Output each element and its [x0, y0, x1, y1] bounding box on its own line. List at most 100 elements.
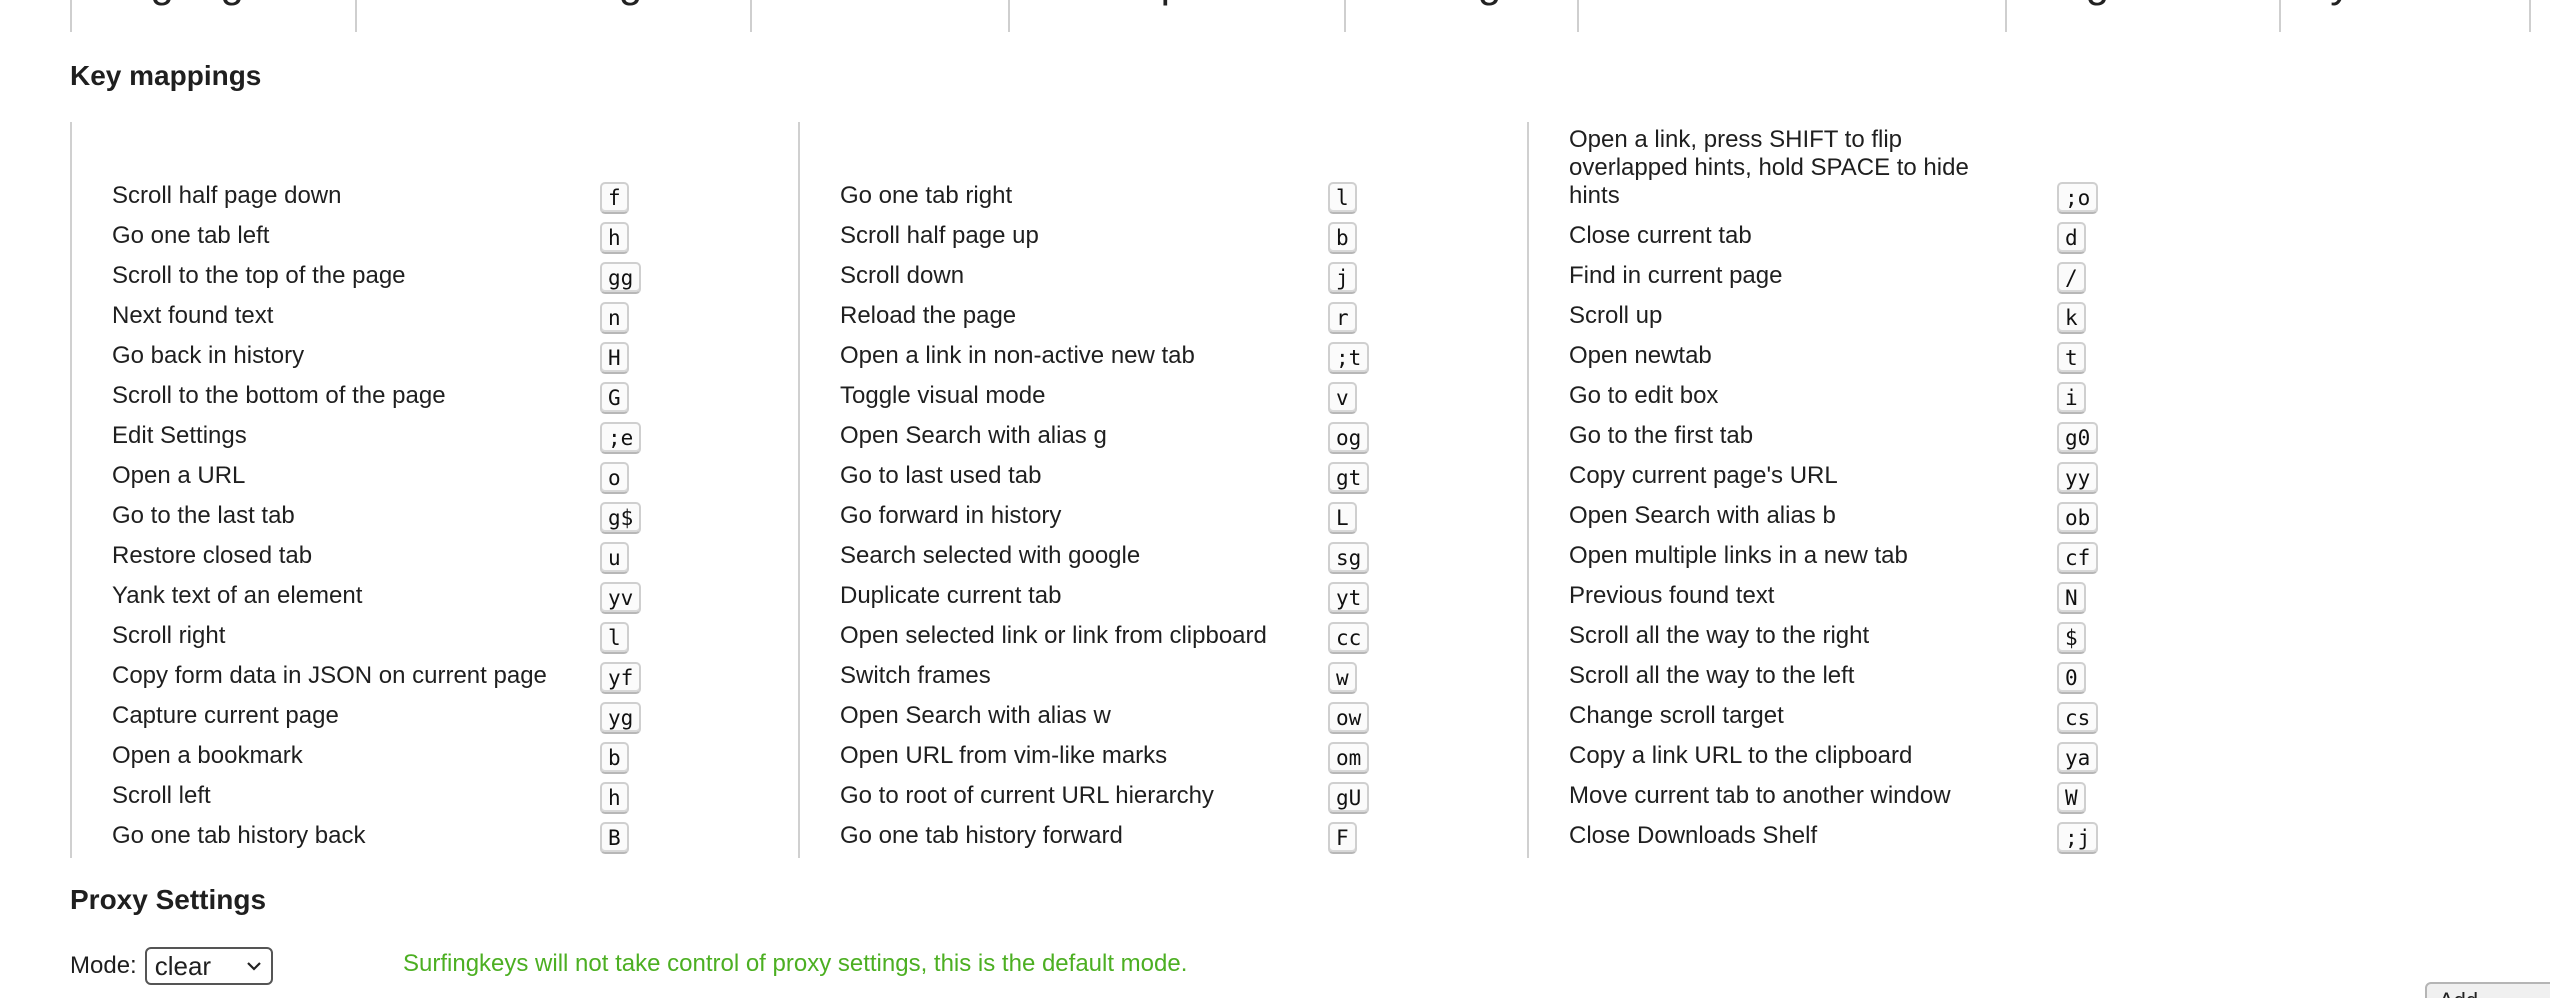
search-alias-duckduckgo[interactable]: duckduckgo — [357, 0, 752, 32]
key-mapping-key[interactable]: ;t — [1328, 342, 1370, 374]
key-mapping-row: Open selected link or link from clipboar… — [840, 616, 1520, 656]
key-mapping-description: Scroll half page down — [112, 182, 342, 209]
search-alias-label: github — [2007, 0, 2279, 4]
key-mapping-key[interactable]: yv — [600, 582, 642, 614]
key-mapping-key[interactable]: W — [2057, 782, 2086, 814]
key-mapping-key[interactable]: u — [600, 542, 629, 574]
key-mapping-row: Scroll left h — [112, 776, 792, 816]
key-mapping-key[interactable]: ;j — [2057, 822, 2099, 854]
key-mapping-key[interactable]: h — [600, 222, 629, 254]
search-alias-strip: googleduckduckgobaiduwikipediabingstacko… — [70, 0, 2531, 32]
key-mapping-key[interactable]: k — [2057, 302, 2086, 334]
key-mapping-key[interactable]: F — [1328, 822, 1357, 854]
key-mapping-row: Go forward in history L — [840, 496, 1520, 536]
key-mapping-key[interactable]: w — [1328, 662, 1357, 694]
key-mapping-row: Edit Settings ;e — [112, 416, 792, 456]
key-mapping-key[interactable]: t — [2057, 342, 2086, 374]
key-mapping-description: Copy form data in JSON on current page — [112, 662, 547, 689]
key-mapping-key[interactable]: cc — [1328, 622, 1370, 654]
key-mapping-description: Close current tab — [1569, 222, 1752, 249]
key-mapping-key[interactable]: gt — [1328, 462, 1370, 494]
key-mapping-key[interactable]: ow — [1328, 702, 1370, 734]
search-alias-bing[interactable]: bing — [1346, 0, 1579, 32]
key-mapping-key[interactable]: g$ — [600, 502, 642, 534]
key-mapping-key[interactable]: yt — [1328, 582, 1370, 614]
key-mapping-key[interactable]: ;e — [600, 422, 642, 454]
key-mapping-key[interactable]: n — [600, 302, 629, 334]
key-mapping-row: Open URL from vim-like marks om — [840, 736, 1520, 776]
key-mapping-key[interactable]: $ — [2057, 622, 2086, 654]
key-mapping-description: Reload the page — [840, 302, 1017, 329]
key-mapping-key[interactable]: om — [1328, 742, 1370, 774]
search-alias-wikipedia[interactable]: wikipedia — [1010, 0, 1346, 32]
chevron-down-icon — [246, 962, 261, 971]
search-alias-baidu[interactable]: baidu — [752, 0, 1010, 32]
proxy-settings-title: Proxy Settings — [70, 884, 267, 915]
key-mapping-row: Go back in history H — [112, 336, 792, 376]
key-mapping-description: Next found text — [112, 302, 274, 329]
key-mapping-key[interactable]: sg — [1328, 542, 1370, 574]
key-mapping-key[interactable]: v — [1328, 382, 1357, 414]
key-mapping-key[interactable]: H — [600, 342, 629, 374]
key-mapping-description: Open a link in non-active new tab — [840, 342, 1195, 369]
key-mapping-key[interactable]: l — [1328, 182, 1357, 214]
key-mapping-key[interactable]: cf — [2057, 542, 2099, 574]
search-alias-stackoverflow[interactable]: stackoverflow — [1579, 0, 2007, 32]
key-mapping-key[interactable]: og — [1328, 422, 1370, 454]
key-mapping-row: Copy current page's URL yy — [1569, 456, 2249, 496]
key-mapping-key[interactable]: / — [2057, 262, 2086, 294]
key-mapping-key[interactable]: d — [2057, 222, 2086, 254]
key-mapping-key[interactable]: L — [1328, 502, 1357, 534]
key-mapping-key[interactable]: ;o — [2057, 182, 2099, 214]
key-mapping-key[interactable]: j — [1328, 262, 1357, 294]
search-alias-label: baidu — [752, 0, 1008, 4]
key-mapping-row: Open a URL o — [112, 456, 792, 496]
key-mapping-key[interactable]: g0 — [2057, 422, 2099, 454]
key-mapping-row: Scroll half page down f — [112, 176, 792, 216]
key-mapping-key[interactable]: ya — [2057, 742, 2099, 774]
key-mapping-description: Open a bookmark — [112, 742, 303, 769]
key-mapping-description: Copy current page's URL — [1569, 462, 1838, 489]
key-mapping-description: Scroll to the bottom of the page — [112, 382, 446, 409]
key-mapping-row: Previous found text N — [1569, 576, 2249, 616]
add-button[interactable]: Add — [2425, 982, 2550, 998]
key-mapping-key[interactable]: l — [600, 622, 629, 654]
key-mapping-description: Open a URL — [112, 462, 246, 489]
key-mapping-key[interactable]: gg — [600, 262, 642, 294]
key-mapping-row: Scroll all the way to the right $ — [1569, 616, 2249, 656]
key-mappings-column-3: Open a link, press SHIFT to flip overlap… — [1527, 122, 2287, 858]
key-mapping-key[interactable]: i — [2057, 382, 2086, 414]
key-mapping-key[interactable]: yy — [2057, 462, 2099, 494]
key-mapping-key[interactable]: B — [600, 822, 629, 854]
search-alias-github[interactable]: github — [2007, 0, 2281, 32]
key-mapping-description: Go one tab left — [112, 222, 270, 249]
key-mapping-description: Toggle visual mode — [840, 382, 1046, 409]
key-mapping-key[interactable]: f — [600, 182, 629, 214]
proxy-mode-select[interactable]: clear — [144, 947, 273, 985]
key-mapping-key[interactable]: N — [2057, 582, 2086, 614]
key-mapping-description: Previous found text — [1569, 582, 1775, 609]
key-mapping-key[interactable]: b — [600, 742, 629, 774]
key-mapping-row: Open Search with alias w ow — [840, 696, 1520, 736]
key-mapping-description: Scroll up — [1569, 302, 1663, 329]
search-alias-label: google — [72, 0, 355, 4]
key-mapping-row: Go one tab history back B — [112, 816, 792, 856]
key-mapping-key[interactable]: o — [600, 462, 629, 494]
search-alias-youtube[interactable]: youtube — [2281, 0, 2531, 32]
search-alias-google[interactable]: google — [70, 0, 357, 32]
key-mapping-description: Scroll down — [840, 262, 965, 289]
key-mapping-key[interactable]: h — [600, 782, 629, 814]
key-mapping-row: Open a link in non-active new tab ;t — [840, 336, 1520, 376]
key-mapping-key[interactable]: ob — [2057, 502, 2099, 534]
key-mapping-description: Open Search with alias g — [840, 422, 1107, 449]
key-mapping-key[interactable]: r — [1328, 302, 1357, 334]
key-mapping-row: Go to the first tab g0 — [1569, 416, 2249, 456]
key-mapping-key[interactable]: yf — [600, 662, 642, 694]
key-mapping-key[interactable]: cs — [2057, 702, 2099, 734]
settings-page: googleduckduckgobaiduwikipediabingstacko… — [0, 0, 2550, 998]
key-mapping-key[interactable]: gU — [1328, 782, 1370, 814]
key-mapping-key[interactable]: b — [1328, 222, 1357, 254]
key-mapping-key[interactable]: yg — [600, 702, 642, 734]
key-mapping-key[interactable]: 0 — [2057, 662, 2086, 694]
key-mapping-key[interactable]: G — [600, 382, 629, 414]
